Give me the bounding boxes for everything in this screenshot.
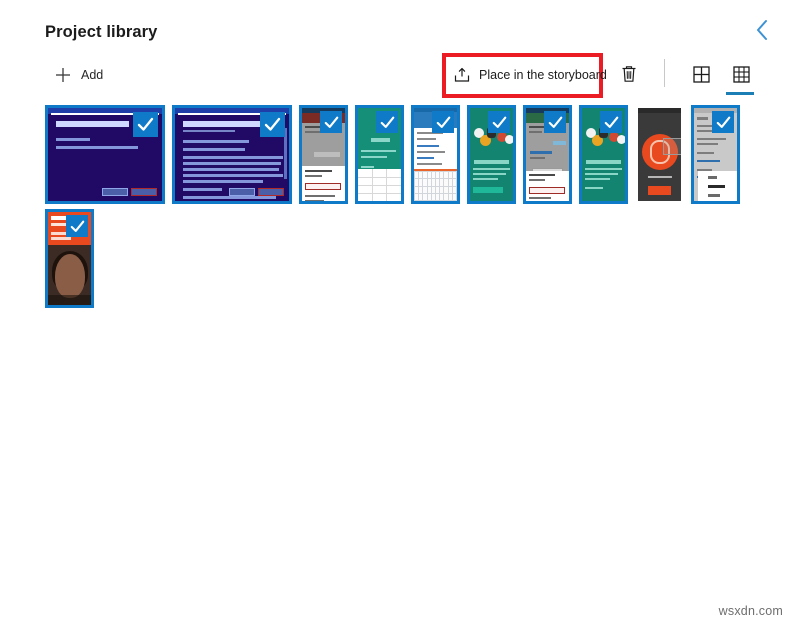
checkmark-badge xyxy=(376,111,398,133)
thumbnail-10[interactable] xyxy=(691,105,740,204)
project-library-page: Project library Add Place in the storybo… xyxy=(0,0,793,624)
place-in-storyboard-icon xyxy=(454,67,470,82)
checkmark-icon xyxy=(70,220,84,232)
checkmark-icon xyxy=(436,116,450,128)
add-button[interactable]: Add xyxy=(55,56,103,94)
thumbnail-11[interactable] xyxy=(45,209,94,308)
page-title: Project library xyxy=(45,23,158,41)
trash-icon xyxy=(622,66,636,82)
large-grid-view-selected-indicator xyxy=(726,92,754,95)
plus-icon xyxy=(56,68,70,82)
thumbnail-8[interactable] xyxy=(579,105,628,204)
grid-3x3-icon xyxy=(732,65,750,83)
thumbnail-1[interactable] xyxy=(45,105,165,204)
thumbnail-9[interactable] xyxy=(635,105,684,204)
checkmark-icon xyxy=(380,116,394,128)
chevron-left-icon xyxy=(757,20,767,40)
checkmark-icon xyxy=(492,116,506,128)
checkmark-icon xyxy=(137,117,154,131)
add-button-label: Add xyxy=(81,68,104,82)
toolbar-separator xyxy=(664,59,665,87)
checkmark-badge xyxy=(712,111,734,133)
checkmark-badge xyxy=(488,111,510,133)
thumbnail-7[interactable] xyxy=(523,105,572,204)
small-grid-view-button[interactable] xyxy=(687,61,715,87)
checkmark-badge xyxy=(432,111,454,133)
grid-2x2-icon xyxy=(692,65,710,83)
thumbnail-4[interactable] xyxy=(355,105,404,204)
thumbnail-5[interactable] xyxy=(411,105,460,204)
checkmark-badge xyxy=(260,112,285,137)
thumbnail-2[interactable] xyxy=(172,105,292,204)
checkmark-icon xyxy=(548,116,562,128)
checkmark-badge xyxy=(600,111,622,133)
command-bar: Add Place in the storyboard xyxy=(0,53,793,98)
checkmark-badge xyxy=(320,111,342,133)
checkmark-badge xyxy=(133,112,158,137)
checkmark-icon xyxy=(716,116,730,128)
checkmark-icon xyxy=(604,116,618,128)
checkmark-badge xyxy=(66,215,88,237)
thumbnail-6[interactable] xyxy=(467,105,516,204)
large-grid-view-button[interactable] xyxy=(727,61,755,87)
checkmark-icon xyxy=(264,117,281,131)
thumbnail-grid xyxy=(45,105,775,308)
place-in-storyboard-highlight: Place in the storyboard xyxy=(442,53,607,98)
place-in-storyboard-button[interactable]: Place in the storyboard xyxy=(450,60,611,90)
back-button[interactable] xyxy=(749,17,775,43)
thumbnail-3[interactable] xyxy=(299,105,348,204)
delete-button[interactable] xyxy=(618,61,640,87)
checkmark-icon xyxy=(324,116,338,128)
checkmark-badge xyxy=(544,111,566,133)
watermark: wsxdn.com xyxy=(718,604,783,618)
place-in-storyboard-label: Place in the storyboard xyxy=(479,68,607,82)
